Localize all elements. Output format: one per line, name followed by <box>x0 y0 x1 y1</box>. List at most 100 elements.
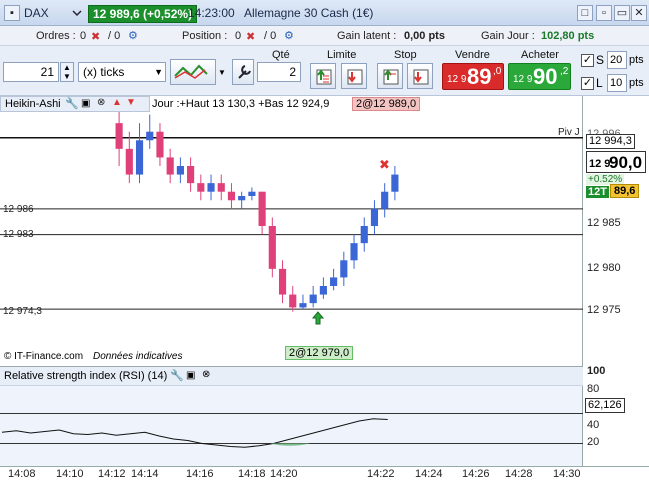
limit-distance-field[interactable]: 10 <box>607 74 627 92</box>
y-tick-1: 12 985 <box>587 217 621 229</box>
stop-buy-button[interactable] <box>377 63 403 89</box>
time-tick: 14:16 <box>186 468 214 480</box>
time-tick: 14:18 <box>238 468 266 480</box>
unit-select[interactable]: (x) ticks ▼ <box>78 62 166 82</box>
gear-icon[interactable]: ⚙ <box>128 29 138 42</box>
candle <box>227 191 236 201</box>
acheter-label: Acheter <box>521 49 559 61</box>
candle <box>299 303 307 308</box>
buy-price-prefix: 12 9 <box>513 74 533 85</box>
limit-buy-button[interactable] <box>310 63 336 89</box>
wrench-icon[interactable]: 🔧 <box>65 97 79 110</box>
candle <box>381 191 389 209</box>
chevron-down-icon: ▼ <box>154 67 163 77</box>
sell-price-big: 89 <box>467 64 492 89</box>
restore-icon[interactable]: □ <box>577 5 593 21</box>
volume-box: 89,6 <box>610 184 640 198</box>
clock-time: 14:23:00 <box>188 6 235 20</box>
qte-label: Qté <box>272 49 290 61</box>
vendre-label: Vendre <box>455 49 490 61</box>
window-icon[interactable]: ▣ <box>81 98 90 109</box>
rsi-axis: 100 80 62,126 40 20 <box>583 365 649 466</box>
candle <box>340 260 348 278</box>
strategy-dropdown-icon[interactable]: ▼ <box>218 68 226 77</box>
limit-checkbox[interactable]: ✓ <box>581 77 594 90</box>
strategy-button[interactable] <box>170 59 216 85</box>
sell-price-decimal: ,0 <box>493 66 502 77</box>
rsi-chart-canvas[interactable] <box>0 386 583 466</box>
rsi-value: 62,126 <box>585 398 625 413</box>
settings-button[interactable] <box>232 59 254 85</box>
wave-icon <box>174 64 208 79</box>
unit-select-value: (x) ticks <box>83 65 125 79</box>
candle <box>289 294 297 308</box>
qte-field[interactable]: 2 <box>257 62 301 82</box>
time-tick: 14:20 <box>270 468 298 480</box>
sell-order-tag[interactable]: 2@12 989,0 <box>352 97 421 111</box>
rsi-tick-40: 40 <box>587 419 600 431</box>
move-up-icon[interactable]: ▲ <box>112 97 122 108</box>
close-position-icon[interactable]: ✖ <box>246 30 255 43</box>
quantity-stepper[interactable]: ▲ ▼ <box>60 62 74 82</box>
close-icon[interactable]: ✕ <box>631 5 647 21</box>
indicator-name: Heikin-Ashi <box>5 98 61 110</box>
price-chart-canvas[interactable]: ✖ <box>0 96 583 366</box>
time-tick: 14:08 <box>8 468 36 480</box>
candle <box>370 208 379 226</box>
candle <box>125 148 133 175</box>
limit-sell-icon <box>347 69 363 85</box>
limite-label: Limite <box>327 49 357 61</box>
rsi-tick-20: 20 <box>587 436 600 448</box>
pivot-value: 12 994,3 <box>586 134 635 149</box>
ordres-label: Ordres : <box>36 30 76 42</box>
time-axis: 14:08 14:10 14:12 14:14 14:16 14:18 14:20 14:22… <box>0 466 649 482</box>
rsi-wrench-icon[interactable]: 🔧 <box>170 369 184 382</box>
candle <box>238 196 246 201</box>
maximize-icon[interactable]: ▫ <box>596 5 612 21</box>
close-circle-icon[interactable]: ⊗ <box>97 97 105 108</box>
gain-latent-value: 0,00 pts <box>404 30 445 42</box>
sell-marker-icon: ✖ <box>379 158 390 173</box>
l-label: L <box>596 76 603 90</box>
ordres-value-2: / 0 <box>108 30 121 42</box>
rsi-close-icon[interactable]: ⊗ <box>202 369 210 380</box>
candle <box>115 123 123 149</box>
buy-button[interactable]: 12 9 90 ,2 <box>508 63 571 90</box>
rsi-oversold-fill <box>270 443 310 446</box>
title-bar: ▪ DAX 12 989,6 (+0,52%) 14:23:00 Allemag… <box>0 0 649 26</box>
stop-sell-button[interactable] <box>407 63 433 89</box>
rsi-window-icon[interactable]: ▣ <box>186 370 195 381</box>
last-price-big: 90,0 <box>609 153 643 172</box>
sell-button[interactable]: 12 9 89 ,0 <box>442 63 504 90</box>
dropdown-icon[interactable] <box>70 6 84 20</box>
rsi-chart[interactable] <box>0 386 583 466</box>
candle <box>278 268 287 295</box>
stop-sell-icon <box>413 69 429 85</box>
s-label: S <box>596 53 605 67</box>
buy-order-tag[interactable]: 2@12 979,0 <box>285 346 354 360</box>
candle <box>268 226 276 269</box>
stop-distance-field[interactable]: 20 <box>607 51 627 69</box>
candle <box>146 131 154 141</box>
limit-sell-button[interactable] <box>341 63 367 89</box>
quantity-field[interactable]: 21 <box>3 62 59 82</box>
buy-marker-icon <box>311 311 325 325</box>
position-gear-icon[interactable]: ⚙ <box>284 29 294 42</box>
time-tick: 14:24 <box>415 468 443 480</box>
stop-checkbox[interactable]: ✓ <box>581 54 594 67</box>
disclaimer: Données indicatives <box>93 351 183 362</box>
wrench-icon <box>238 65 251 79</box>
instrument-name: DAX <box>24 6 49 20</box>
price-chart[interactable]: ✖ Heikin-Ashi 🔧 ▣ ⊗ ▲ ▼ Jour :+Haut 13 1… <box>0 96 583 366</box>
window-icon[interactable]: ▭ <box>614 5 630 21</box>
gain-jour-value: 102,80 pts <box>541 30 595 42</box>
cancel-orders-icon[interactable]: ✖ <box>91 30 100 43</box>
pin-icon[interactable]: ▪ <box>4 5 20 21</box>
buy-price-big: 90 <box>533 64 558 89</box>
stop-buy-icon <box>383 69 399 85</box>
time-tick: 14:22 <box>367 468 395 480</box>
level-1: 12 986 <box>3 204 34 215</box>
move-down-icon[interactable]: ▼ <box>126 97 136 108</box>
candle <box>258 191 266 226</box>
candle <box>330 277 338 286</box>
